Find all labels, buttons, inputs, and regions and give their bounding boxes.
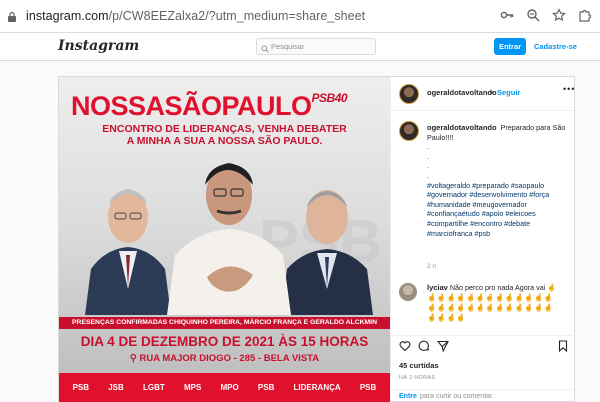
comment-username[interactable]: lyciav bbox=[427, 283, 448, 292]
caption-dot: . bbox=[427, 161, 429, 171]
image-address: ⚲ RUA MAJOR DIOGO - 285 - BELA VISTA bbox=[59, 353, 390, 364]
instagram-logo[interactable]: Instagram bbox=[58, 38, 139, 54]
action-bar bbox=[391, 335, 577, 355]
share-icon[interactable] bbox=[437, 340, 449, 352]
follow-button[interactable]: Seguir bbox=[497, 88, 520, 97]
search-input[interactable]: Pesquisar bbox=[256, 38, 376, 55]
bookmark-icon[interactable] bbox=[557, 340, 569, 352]
logo-item: JSB bbox=[108, 383, 124, 392]
instagram-header: Instagram Pesquisar Entrar Cadastre-se bbox=[0, 33, 600, 61]
person-right bbox=[281, 190, 373, 315]
puzzle-icon[interactable] bbox=[578, 8, 592, 22]
person-center bbox=[167, 163, 291, 315]
url-host: instagram.com bbox=[26, 9, 109, 23]
logo-item: PSB bbox=[257, 383, 275, 392]
login-link[interactable]: Entre bbox=[399, 393, 417, 400]
avatar[interactable] bbox=[399, 121, 419, 141]
caption-dot: . bbox=[427, 170, 429, 180]
image-title-party: PSB40 bbox=[311, 91, 348, 105]
add-comment-bar: Entre para curtir ou comentar. bbox=[391, 389, 577, 402]
signup-link[interactable]: Cadastre-se bbox=[534, 42, 577, 51]
image-subtitle-line1: ENCONTRO DE LIDERANÇAS, VENHA DEBATER bbox=[102, 123, 347, 135]
image-title: NOSSASÃOPAULOPSB40 bbox=[71, 91, 348, 122]
logo-item: LGBT bbox=[142, 383, 165, 392]
separator-dot: • bbox=[491, 88, 494, 97]
url-path: /p/CW8EEZalxa2/?utm_medium=share_sheet bbox=[108, 9, 366, 23]
search-icon bbox=[261, 43, 269, 53]
comment-text: Não perco pro nada Agora vai 🤞 bbox=[449, 283, 557, 292]
comment-emojis: 🤞🤞🤞🤞 bbox=[427, 312, 466, 322]
image-date: DIA 4 DE DEZEMBRO DE 2021 ÀS 15 HORAS bbox=[80, 334, 369, 349]
more-options-icon[interactable]: ••• bbox=[563, 84, 575, 94]
image-subtitle: ENCONTRO DE LIDERANÇAS, VENHA DEBATER A … bbox=[59, 123, 390, 147]
logo-item: PSB bbox=[359, 383, 377, 392]
caption-username[interactable]: ogeraldotavoltando bbox=[427, 123, 497, 132]
browser-toolbar: instagram.com/p/CW8EEZalxa2/?utm_medium=… bbox=[0, 0, 600, 33]
comment-body: lyciav Não perco pro nada Agora vai 🤞 🤞🤞… bbox=[427, 283, 567, 323]
logo-strip: PSB JSB LGBT MPS MPO PSB LIDERANÇA PSB bbox=[59, 373, 390, 402]
logo-item: MPO bbox=[220, 383, 239, 392]
key-icon[interactable] bbox=[500, 8, 514, 22]
star-icon[interactable] bbox=[552, 8, 566, 22]
heart-icon[interactable] bbox=[399, 340, 411, 352]
post-sidebar: ogeraldotavoltando • Seguir ••• ogeraldo… bbox=[390, 77, 577, 402]
search-placeholder: Pesquisar bbox=[271, 42, 305, 51]
avatar[interactable] bbox=[399, 84, 419, 104]
post-username[interactable]: ogeraldotavoltando bbox=[427, 88, 497, 97]
image-title-part1: NOSSA bbox=[71, 91, 165, 121]
zoom-icon[interactable] bbox=[526, 8, 540, 22]
lock-icon[interactable] bbox=[6, 10, 18, 22]
image-title-part2: SÃOPAULO bbox=[164, 91, 313, 121]
caption-age: 2 n bbox=[427, 263, 437, 270]
image-banner: PRESENÇAS CONFIRMADAS CHIQUINHO PEREIRA,… bbox=[59, 317, 390, 329]
comment-emojis: 🤞🤞🤞🤞🤞🤞🤞🤞🤞🤞🤞🤞🤞 bbox=[427, 292, 554, 302]
address-bar[interactable]: instagram.com/p/CW8EEZalxa2/?utm_medium=… bbox=[26, 9, 365, 23]
logo-item: PSB bbox=[72, 383, 90, 392]
post-image[interactable]: PSB NOSSASÃOPAULOPSB40 ENCONTRO DE LIDER… bbox=[59, 77, 390, 402]
image-address-text: RUA MAJOR DIOGO - 285 - BELA VISTA bbox=[139, 353, 320, 364]
comment-avatar[interactable] bbox=[399, 283, 417, 301]
comment-emojis: 🤞🤞🤞🤞🤞🤞🤞🤞🤞🤞🤞🤞🤞 bbox=[427, 302, 554, 312]
comment-icon[interactable] bbox=[418, 340, 430, 352]
post-time: HÁ 2 HORAS bbox=[399, 375, 436, 381]
caption-body: ogeraldotavoltando Preparado para São Pa… bbox=[427, 123, 569, 238]
caption-dot: . bbox=[427, 142, 429, 152]
login-button[interactable]: Entrar bbox=[494, 38, 526, 55]
logo-item: MPS bbox=[183, 383, 202, 392]
caption-dot: . bbox=[427, 151, 429, 161]
logo-item: LIDERANÇA bbox=[293, 383, 341, 392]
post-header: ogeraldotavoltando • Seguir ••• bbox=[391, 77, 577, 111]
add-comment-text: para curtir ou comentar. bbox=[420, 393, 494, 400]
post-card: PSB NOSSASÃOPAULOPSB40 ENCONTRO DE LIDER… bbox=[58, 76, 577, 402]
caption-hashtags[interactable]: #voltageraldo #preparado #saopaulo #gove… bbox=[427, 181, 569, 239]
like-count[interactable]: 45 curtidas bbox=[399, 361, 439, 370]
person-left bbox=[85, 189, 171, 315]
